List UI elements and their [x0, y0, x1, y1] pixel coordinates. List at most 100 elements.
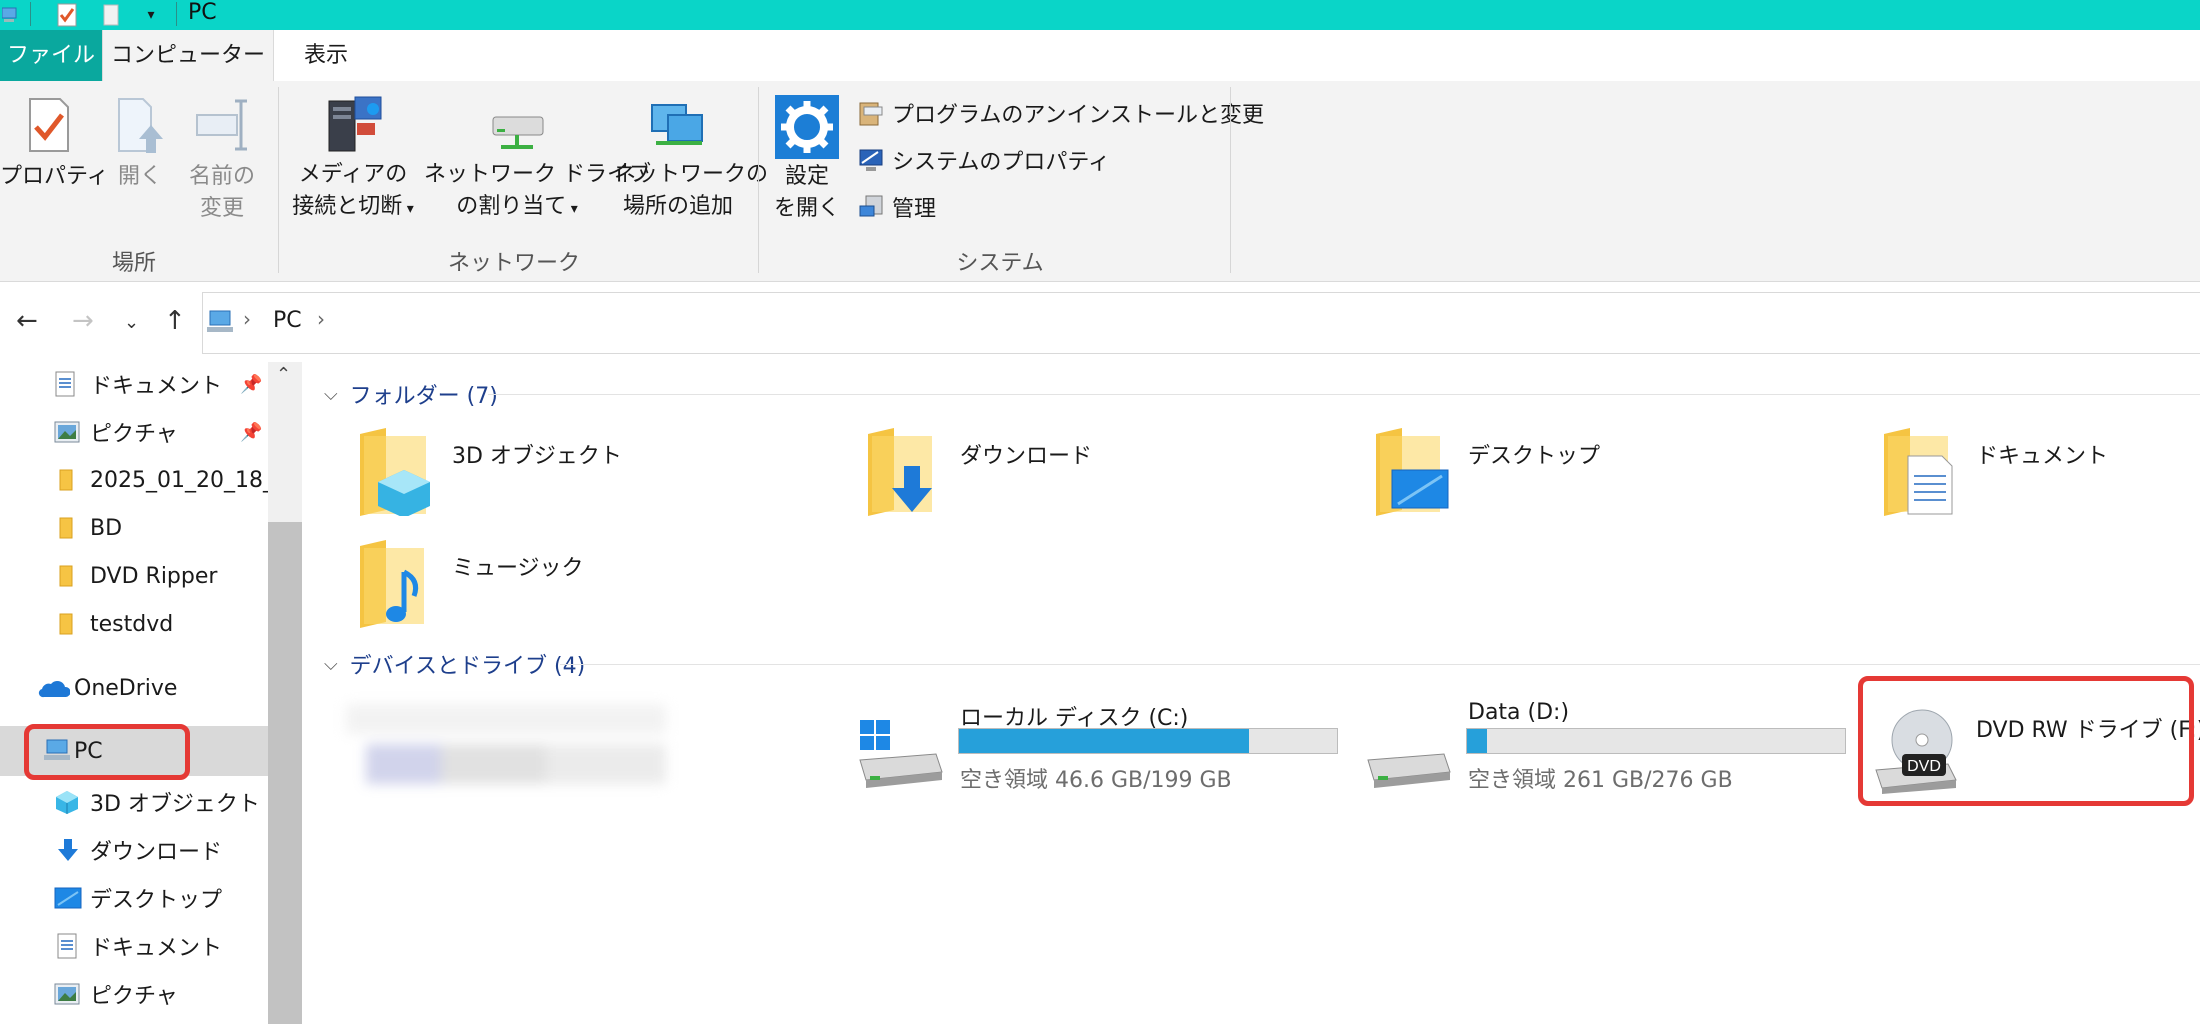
section-divider — [560, 664, 2200, 665]
document-icon — [54, 371, 76, 397]
folder-icon — [58, 612, 74, 636]
desktop-folder-icon — [1376, 428, 1449, 516]
new-folder-quick-icon[interactable] — [100, 2, 122, 28]
tab-view[interactable]: 表示 — [272, 30, 380, 81]
add-location-line2: 場所の追加 — [622, 194, 733, 219]
drive-usage-fill — [959, 729, 1249, 753]
pc-icon — [0, 2, 20, 28]
music-folder-icon — [360, 540, 424, 628]
network-group-label: ネットワーク — [447, 251, 580, 276]
tab-computer[interactable]: コンピューター — [102, 30, 274, 81]
folders-section-header[interactable]: ⌵ フォルダー (7) — [324, 378, 498, 410]
collapse-chevron-icon[interactable]: ⌵ — [324, 384, 338, 405]
downloads-folder-icon — [868, 428, 932, 516]
back-arrow-icon[interactable]: ← — [16, 306, 38, 336]
location-group-label: 場所 — [111, 251, 156, 276]
map-network-drive-button[interactable]: ネットワーク ドライブ の割り当て ▾ — [424, 95, 651, 225]
pc-icon — [207, 310, 233, 332]
nav-label: BD — [90, 515, 123, 541]
pin-icon[interactable]: 📌 — [240, 374, 262, 395]
recent-locations-chevron-icon[interactable]: ⌄ — [124, 312, 139, 333]
folder-item-music[interactable]: ミュージック — [356, 538, 816, 634]
manage-label: 管理 — [892, 197, 937, 222]
highlight-pc — [24, 724, 190, 780]
breadcrumb-chevron-icon[interactable]: › — [243, 307, 251, 331]
open-button[interactable]: 開く — [108, 97, 172, 193]
blurred-drive-item[interactable] — [346, 694, 686, 806]
nav-label: ダウンロード — [90, 840, 223, 865]
computer-management-icon — [859, 195, 883, 217]
media-connect-button[interactable]: メディアの 接続と切断 ▾ — [286, 95, 420, 225]
devices-section-header[interactable]: ⌵ デバイスとドライブ (4) — [324, 648, 585, 680]
drive-d-item[interactable]: Data (D:) 空き領域 261 GB/276 GB — [1364, 700, 1854, 810]
system-properties-button[interactable]: システムのプロパティ — [858, 144, 1110, 176]
nav-label: DVD Ripper — [90, 563, 218, 589]
hard-drive-icon — [1367, 753, 1451, 788]
pictures-icon — [54, 983, 80, 1005]
nav-label: 2025_01_20_18_1 — [90, 467, 288, 493]
system-monitor-icon — [859, 149, 883, 171]
settings-label-line1: 設定 — [784, 164, 829, 189]
ribbon: プロパティ 開く 名前の 変更 場所 メディアの 接続と切断 ▾ ネットワーク … — [0, 81, 2200, 282]
folder-label: ドキュメント — [1976, 444, 2109, 469]
open-label: 開く — [117, 164, 162, 189]
folder-item-desktop[interactable]: デスクトップ — [1372, 426, 1832, 522]
uninstall-programs-button[interactable]: プログラムのアンインストールと変更 — [858, 97, 1264, 129]
rename-label-line1: 名前の — [188, 164, 255, 189]
add-network-location-button[interactable]: ネットワークの 場所の追加 — [614, 95, 768, 223]
rename-button[interactable]: 名前の 変更 — [186, 97, 258, 225]
breadcrumb-chevron-icon[interactable]: › — [317, 307, 325, 331]
scroll-up-arrow-icon[interactable]: ⌃ — [276, 364, 291, 385]
devices-section-title: デバイスとドライブ (4) — [349, 654, 586, 679]
open-settings-button[interactable]: 設定 を開く — [768, 95, 846, 225]
properties-quick-icon[interactable] — [54, 2, 80, 28]
media-label-line1: メディアの — [298, 162, 408, 187]
drive-label: Data (D:) — [1468, 700, 1570, 725]
settings-label-line2: を開く — [773, 196, 840, 221]
nav-scrollbar[interactable]: ⌃ — [268, 362, 302, 1024]
ribbon-tabs: ファイル コンピューター 表示 — [0, 30, 2200, 81]
address-bar[interactable]: › PC › — [202, 292, 2200, 354]
uninstall-label: プログラムのアンインストールと変更 — [892, 103, 1265, 128]
properties-label: プロパティ — [0, 164, 109, 189]
network-drive-icon — [492, 116, 544, 149]
forward-arrow-icon[interactable]: → — [72, 306, 94, 336]
pin-icon[interactable]: 📌 — [240, 422, 262, 443]
nav-label: ドキュメント — [90, 374, 223, 399]
folder-item-documents[interactable]: ドキュメント — [1880, 426, 2200, 522]
folder-icon — [58, 516, 74, 540]
collapse-chevron-icon[interactable]: ⌵ — [324, 654, 338, 675]
window-title: PC — [188, 0, 217, 25]
nav-label: ピクチャ — [90, 984, 178, 1009]
drive-usage-fill — [1467, 729, 1488, 753]
nav-label: OneDrive — [74, 675, 178, 701]
folder-item-3d-objects[interactable]: 3D オブジェクト — [356, 426, 816, 522]
windows-drive-icon — [859, 720, 943, 788]
download-arrow-icon — [56, 837, 80, 863]
map-label-line1: ネットワーク ドライブ — [424, 162, 651, 187]
network-location-icon — [651, 104, 703, 145]
folder-item-downloads[interactable]: ダウンロード — [864, 426, 1324, 522]
breadcrumb-pc[interactable]: PC — [273, 308, 302, 333]
map-label-line2: の割り当て ▾ — [456, 194, 578, 219]
folders-section-title: フォルダー (7) — [349, 384, 498, 409]
section-divider — [488, 394, 2200, 395]
tab-file[interactable]: ファイル — [0, 30, 102, 81]
drive-usage-bar — [1466, 728, 1846, 754]
3d-objects-folder-icon — [360, 428, 430, 516]
pictures-icon — [54, 421, 80, 443]
folder-label: デスクトップ — [1468, 444, 1601, 469]
programs-box-icon — [859, 102, 883, 126]
scrollbar-thumb[interactable] — [268, 522, 302, 1024]
properties-icon — [29, 98, 69, 152]
rename-icon — [196, 99, 247, 151]
highlight-dvd-drive — [1858, 676, 2194, 806]
drive-usage-bar — [958, 728, 1338, 754]
drive-c-item[interactable]: ローカル ディスク (C:) 空き領域 46.6 GB/199 GB — [856, 700, 1346, 810]
properties-button[interactable]: プロパティ — [0, 97, 109, 193]
folder-label: ミュージック — [452, 556, 584, 581]
customize-quick-access-icon[interactable]: ▾ — [140, 2, 162, 28]
title-bar: ▾ PC — [0, 0, 2200, 30]
manage-button[interactable]: 管理 — [858, 191, 936, 223]
up-arrow-icon[interactable]: ↑ — [164, 306, 186, 336]
